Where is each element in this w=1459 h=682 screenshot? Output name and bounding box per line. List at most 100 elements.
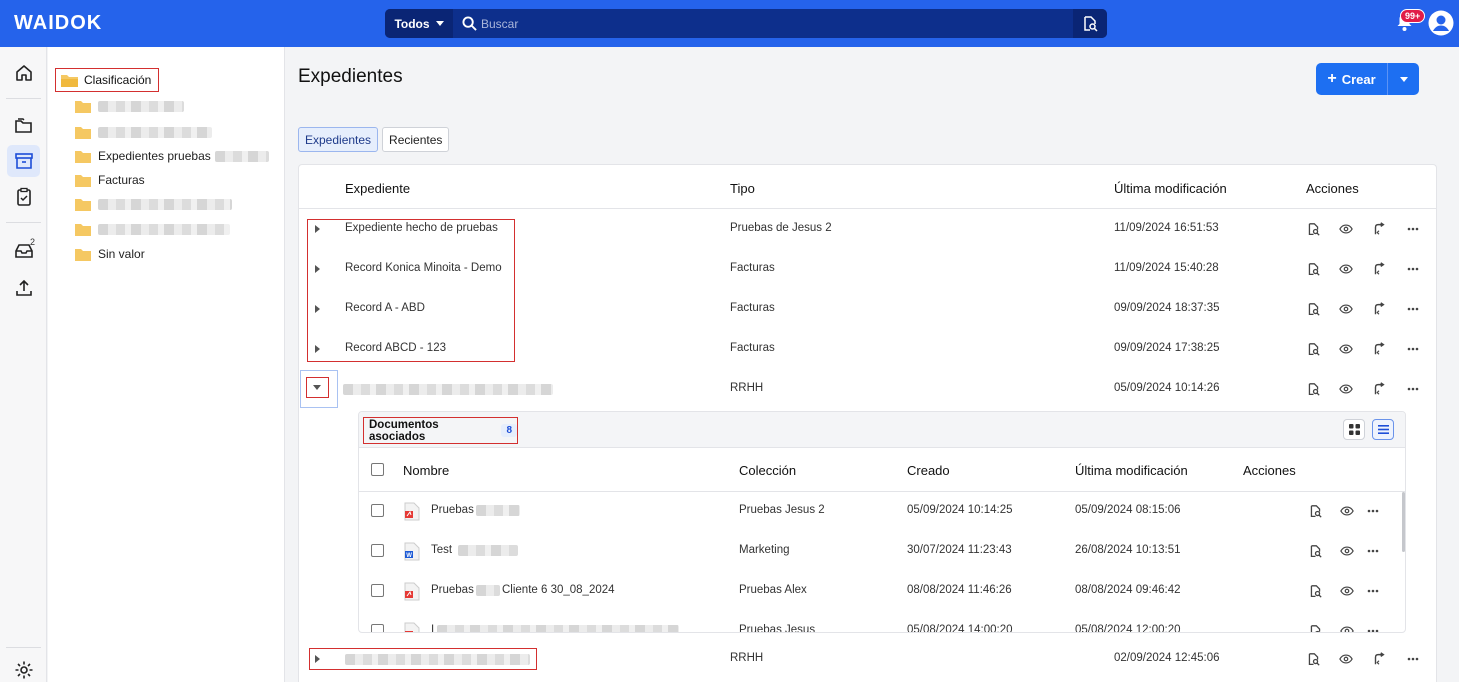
- create-button[interactable]: + Crear: [1316, 63, 1388, 95]
- row-checkbox[interactable]: [371, 584, 384, 597]
- transfer-button[interactable]: [1370, 650, 1388, 668]
- search-document-button[interactable]: [1304, 300, 1322, 318]
- more-actions-button[interactable]: [1404, 650, 1422, 668]
- user-avatar-icon[interactable]: [1428, 10, 1454, 36]
- view-icon: [1340, 586, 1354, 596]
- row-checkbox[interactable]: [371, 504, 384, 517]
- view-button[interactable]: [1337, 380, 1355, 398]
- view-tabs: Expedientes Recientes: [298, 127, 450, 152]
- more-actions-button[interactable]: [1364, 502, 1382, 520]
- grid-view-button[interactable]: [1343, 419, 1365, 440]
- search-document-button[interactable]: [1306, 502, 1324, 520]
- tree-item[interactable]: [75, 97, 184, 115]
- more-actions-icon: [1407, 347, 1419, 351]
- tree-item[interactable]: Facturas: [75, 171, 145, 189]
- column-header-expediente[interactable]: Expediente: [345, 181, 410, 196]
- column-header-coleccion[interactable]: Colección: [739, 463, 796, 478]
- select-all-checkbox[interactable]: [371, 463, 384, 476]
- transfer-button[interactable]: [1370, 220, 1388, 238]
- archive-icon: [14, 153, 33, 169]
- view-button[interactable]: [1337, 650, 1355, 668]
- column-header-modificacion[interactable]: Última modificación: [1114, 181, 1227, 196]
- cell-coleccion: Pruebas Jesus: [739, 624, 816, 633]
- more-actions-button[interactable]: [1404, 220, 1422, 238]
- view-button[interactable]: [1337, 260, 1355, 278]
- more-actions-button[interactable]: [1404, 340, 1422, 358]
- tree-item[interactable]: Expedientes pruebas: [75, 147, 269, 165]
- nav-home[interactable]: [7, 57, 40, 89]
- column-header-nombre[interactable]: Nombre: [403, 463, 449, 478]
- view-button[interactable]: [1337, 220, 1355, 238]
- more-actions-button[interactable]: [1404, 300, 1422, 318]
- transfer-icon: [1374, 222, 1385, 235]
- collapse-arrow-icon[interactable]: [313, 385, 321, 390]
- search-scope-label: Todos: [394, 16, 430, 31]
- search-document-button[interactable]: [1306, 542, 1324, 560]
- documents-scrollbar[interactable]: [1402, 492, 1405, 552]
- more-actions-button[interactable]: [1364, 542, 1382, 560]
- left-navigation-rail: 2: [0, 47, 47, 682]
- view-button[interactable]: [1338, 622, 1356, 632]
- cell-modificacion: 26/08/2024 10:13:51: [1075, 544, 1181, 556]
- pdf-file-icon: [404, 622, 420, 632]
- tab-expedientes[interactable]: Expedientes: [298, 127, 379, 152]
- cell-coleccion: Pruebas Alex: [739, 584, 807, 596]
- nav-inbox[interactable]: [7, 235, 40, 267]
- search-scope-dropdown[interactable]: Todos: [385, 9, 453, 38]
- transfer-button[interactable]: [1370, 260, 1388, 278]
- tab-recientes[interactable]: Recientes: [382, 127, 450, 152]
- table-row-expanded[interactable]: RRHH 05/09/2024 10:14:26: [299, 369, 1436, 409]
- transfer-button[interactable]: [1370, 340, 1388, 358]
- view-button[interactable]: [1338, 502, 1356, 520]
- tree-item[interactable]: [75, 220, 230, 238]
- pdf-file-icon: [404, 582, 420, 601]
- cell-modificacion: 02/09/2024 12:45:06: [1114, 652, 1220, 664]
- nav-upload[interactable]: [7, 272, 40, 304]
- more-actions-button[interactable]: [1364, 582, 1382, 600]
- document-row[interactable]: Pruebas Pruebas Jesus 2 05/09/2024 10:14…: [359, 491, 1405, 531]
- nav-records[interactable]: [7, 145, 40, 177]
- column-header-modificacion[interactable]: Última modificación: [1075, 463, 1188, 478]
- view-button[interactable]: [1337, 300, 1355, 318]
- more-actions-button[interactable]: [1364, 622, 1382, 632]
- top-bar: WAIDOK Todos 99+: [0, 0, 1459, 47]
- search-document-icon: [1308, 262, 1320, 276]
- view-button[interactable]: [1337, 340, 1355, 358]
- search-document-button[interactable]: [1304, 650, 1322, 668]
- search-document-button[interactable]: [1306, 582, 1324, 600]
- more-actions-button[interactable]: [1404, 260, 1422, 278]
- view-button[interactable]: [1338, 542, 1356, 560]
- row-checkbox[interactable]: [371, 624, 384, 632]
- more-actions-button[interactable]: [1404, 380, 1422, 398]
- transfer-button[interactable]: [1370, 380, 1388, 398]
- document-row[interactable]: W Test Marketing 30/07/2024 11:23:43 26/…: [359, 531, 1405, 571]
- list-view-button[interactable]: [1372, 419, 1394, 440]
- page-title: Expedientes: [298, 66, 403, 87]
- column-header-creado[interactable]: Creado: [907, 463, 950, 478]
- search-document-button[interactable]: [1306, 622, 1324, 632]
- tree-item[interactable]: [75, 195, 232, 213]
- tree-item[interactable]: Sin valor: [75, 245, 145, 263]
- document-row[interactable]: I Pruebas Jesus 05/08/2024 14:00:20 05/0…: [359, 611, 1405, 633]
- nav-settings[interactable]: [7, 654, 40, 682]
- search-document-icon: [1308, 342, 1320, 356]
- view-button[interactable]: [1338, 582, 1356, 600]
- app-logo[interactable]: WAIDOK: [14, 12, 102, 35]
- tree-root-clasificacion[interactable]: Clasificación: [55, 68, 159, 92]
- transfer-button[interactable]: [1370, 300, 1388, 318]
- tree-item[interactable]: [75, 123, 212, 141]
- search-input[interactable]: [481, 9, 1051, 38]
- cell-tipo: Pruebas de Jesus 2: [730, 222, 832, 234]
- search-document-button[interactable]: [1304, 220, 1322, 238]
- search-document-button[interactable]: [1304, 260, 1322, 278]
- nav-folders[interactable]: [7, 109, 40, 141]
- search-document-button[interactable]: [1304, 380, 1322, 398]
- column-header-tipo[interactable]: Tipo: [730, 181, 755, 196]
- create-dropdown-button[interactable]: [1388, 63, 1419, 95]
- row-checkbox[interactable]: [371, 544, 384, 557]
- search-document-button[interactable]: [1304, 340, 1322, 358]
- advanced-search-button[interactable]: [1073, 9, 1107, 38]
- redacted-text: [98, 198, 232, 210]
- nav-tasks[interactable]: [7, 181, 40, 213]
- document-row[interactable]: Pruebas Cliente 6 30_08_2024 Pruebas Ale…: [359, 571, 1405, 611]
